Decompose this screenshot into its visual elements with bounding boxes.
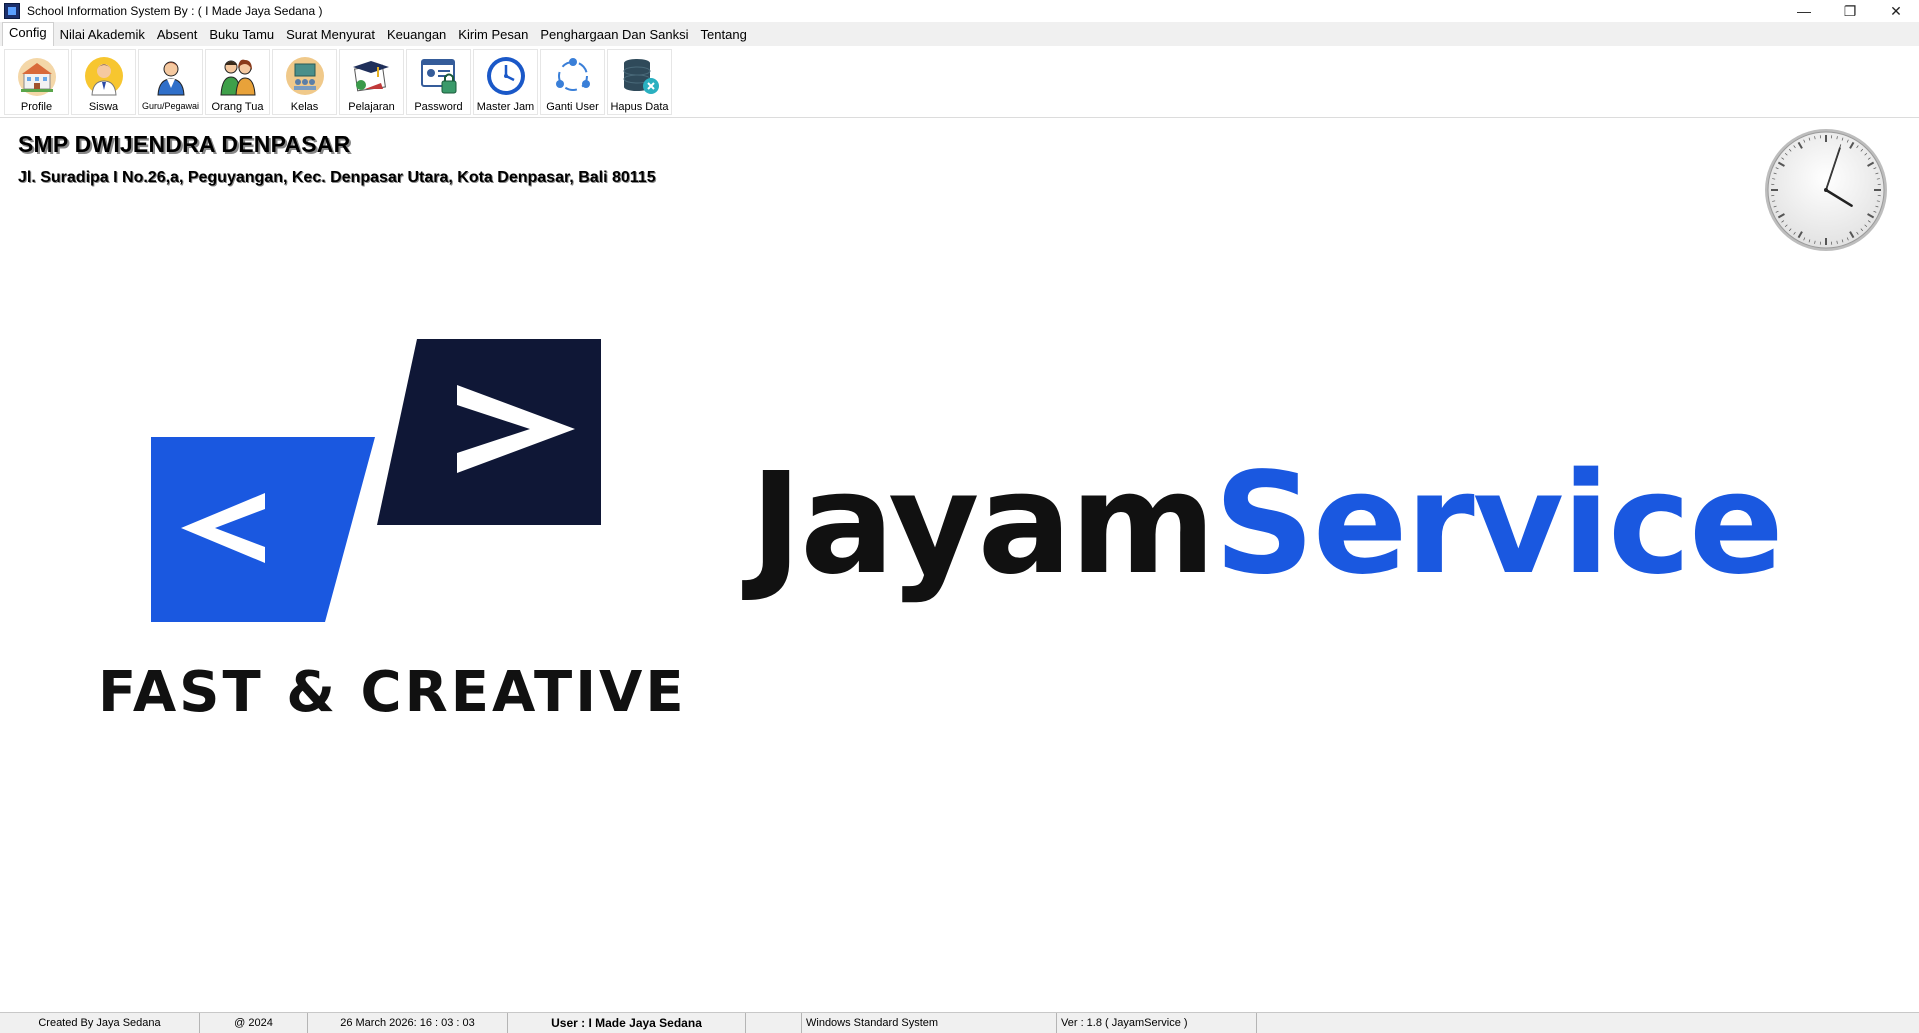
status-year: @ 2024 (200, 1013, 308, 1033)
guru-pegawai-button[interactable]: Guru/Pegawai (138, 49, 203, 115)
student-icon (82, 54, 126, 98)
ganti-user-label: Ganti User (546, 101, 599, 113)
logo-tagline: FAST & CREATIVE (98, 660, 687, 725)
app-icon (4, 3, 20, 19)
status-version: Ver : 1.8 ( JayamService ) (1057, 1013, 1257, 1033)
status-bar: Created By Jaya Sedana @ 2024 26 March 2… (0, 1012, 1919, 1033)
master-jam-label: Master Jam (476, 101, 535, 113)
parents-icon (216, 54, 260, 98)
orang-tua-button[interactable]: Orang Tua (205, 49, 270, 115)
siswa-button[interactable]: Siswa (71, 49, 136, 115)
school-address: Jl. Suradipa I No.26,a, Peguyangan, Kec.… (18, 169, 656, 186)
kelas-button[interactable]: Kelas (272, 49, 337, 115)
school-building-icon (15, 54, 59, 98)
title-bar: School Information System By : ( I Made … (0, 0, 1919, 22)
maximize-button[interactable]: ❐ (1827, 0, 1873, 22)
school-name: SMP DWIJENDRA DENPASAR (18, 131, 351, 157)
orang-tua-label: Orang Tua (211, 101, 264, 113)
tab-absent[interactable]: Absent (151, 24, 203, 46)
password-icon (417, 54, 461, 98)
status-theme: Windows Standard System (802, 1013, 1057, 1033)
pelajaran-label: Pelajaran (348, 101, 395, 113)
menu-bar: Config Nilai Akademik Absent Buku Tamu S… (0, 22, 1919, 46)
app-window: School Information System By : ( I Made … (0, 0, 1919, 1033)
tab-tentang[interactable]: Tentang (695, 24, 753, 46)
tab-penghargaan-dan-sanksi[interactable]: Penghargaan Dan Sanksi (534, 24, 694, 46)
siswa-label: Siswa (88, 101, 119, 113)
close-button[interactable]: ✕ (1873, 0, 1919, 22)
status-created-by: Created By Jaya Sedana (0, 1013, 200, 1033)
status-datetime: 26 March 2026: 16 : 03 : 03 (308, 1013, 508, 1033)
window-title: School Information System By : ( I Made … (27, 4, 323, 18)
tab-surat-menyurat[interactable]: Surat Menyurat (280, 24, 381, 46)
analog-clock (1765, 129, 1887, 251)
pelajaran-button[interactable]: Pelajaran (339, 49, 404, 115)
profile-button[interactable]: Profile (4, 49, 69, 115)
switch-user-icon (551, 54, 595, 98)
tab-kirim-pesan[interactable]: Kirim Pesan (452, 24, 534, 46)
profile-label: Profile (20, 101, 53, 113)
tab-config[interactable]: Config (2, 22, 54, 46)
ganti-user-button[interactable]: Ganti User (540, 49, 605, 115)
status-spacer (746, 1013, 802, 1033)
lesson-icon (350, 54, 394, 98)
logo-navy-panel (377, 339, 601, 525)
kelas-label: Kelas (290, 101, 319, 113)
hapus-data-label: Hapus Data (610, 101, 669, 113)
guru-pegawai-label: Guru/Pegawai (141, 101, 200, 111)
clock-icon (484, 54, 528, 98)
tab-nilai-akademik[interactable]: Nilai Akademik (54, 24, 151, 46)
status-user: User : I Made Jaya Sedana (508, 1013, 746, 1033)
classroom-icon (283, 54, 327, 98)
password-button[interactable]: Password (406, 49, 471, 115)
tab-keuangan[interactable]: Keuangan (381, 24, 452, 46)
hapus-data-button[interactable]: Hapus Data (607, 49, 672, 115)
password-label: Password (414, 101, 463, 113)
tab-buku-tamu[interactable]: Buku Tamu (203, 24, 280, 46)
jayamservice-logo-mark (151, 339, 601, 622)
delete-database-icon (618, 54, 662, 98)
master-jam-button[interactable]: Master Jam (473, 49, 538, 115)
brand-wordmark: JayamService (750, 455, 1784, 595)
brand-part-service: Service (1213, 443, 1784, 606)
ribbon-toolbar: Profile Siswa Guru/Pegawai Orang Tua Kel… (0, 46, 1919, 118)
minimize-button[interactable]: — (1781, 0, 1827, 22)
brand-part-jayam: Jayam (750, 443, 1216, 606)
teacher-icon (149, 54, 193, 98)
